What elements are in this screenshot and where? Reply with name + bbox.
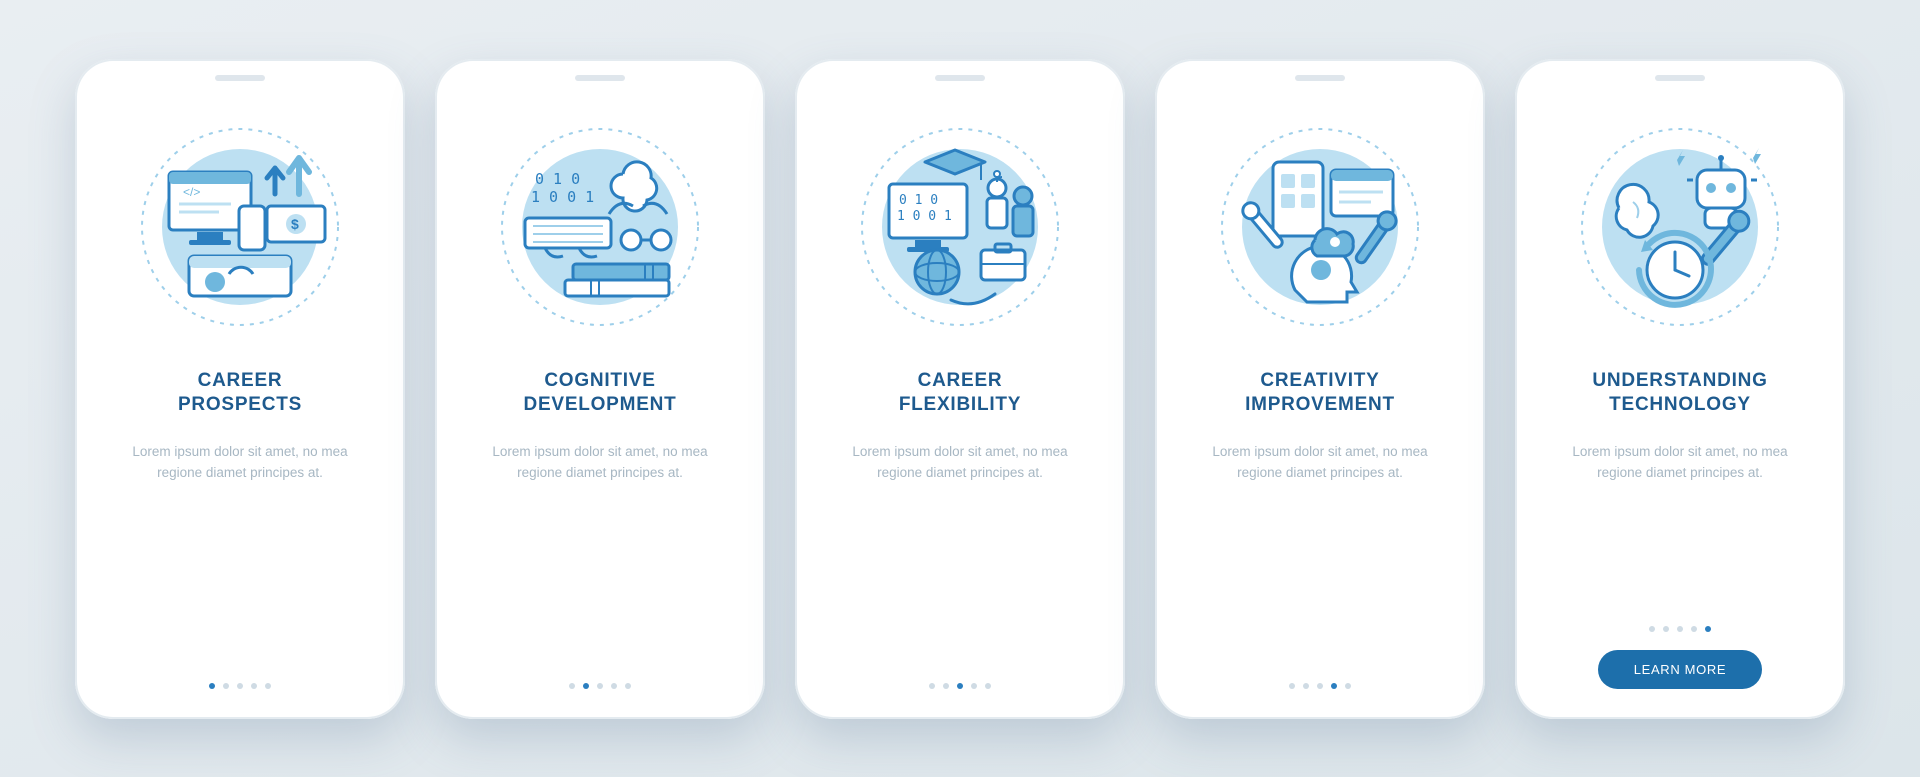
onboarding-screen-4: CREATIVITYIMPROVEMENT Lorem ipsum dolor … [1155, 59, 1485, 719]
dot-2[interactable] [1663, 626, 1669, 632]
dot-4[interactable] [971, 683, 977, 689]
page-indicator [929, 683, 991, 689]
dot-3[interactable] [597, 683, 603, 689]
phone-notch [575, 75, 625, 81]
dot-1[interactable] [1649, 626, 1655, 632]
page-indicator [1649, 626, 1711, 632]
svg-text:0 1 0: 0 1 0 [535, 170, 580, 188]
dot-4[interactable] [1331, 683, 1337, 689]
dot-2[interactable] [223, 683, 229, 689]
creativity-improvement-icon [1210, 117, 1430, 337]
onboarding-screen-5: UNDERSTANDINGTECHNOLOGY Lorem ipsum dolo… [1515, 59, 1845, 719]
dot-2[interactable] [583, 683, 589, 689]
learn-more-button[interactable]: LEARN MORE [1598, 650, 1762, 689]
phone-notch [1295, 75, 1345, 81]
screen-description: Lorem ipsum dolor sit amet, no mea regio… [835, 442, 1085, 484]
dot-3[interactable] [237, 683, 243, 689]
dot-5[interactable] [1705, 626, 1711, 632]
dot-4[interactable] [1691, 626, 1697, 632]
phone-notch [215, 75, 265, 81]
dot-1[interactable] [209, 683, 215, 689]
career-prospects-icon: </> $ [130, 117, 350, 337]
page-indicator [569, 683, 631, 689]
phone-notch [1655, 75, 1705, 81]
dot-5[interactable] [1345, 683, 1351, 689]
dot-2[interactable] [1303, 683, 1309, 689]
screen-title: COGNITIVEDEVELOPMENT [524, 369, 677, 418]
dot-1[interactable] [1289, 683, 1295, 689]
dot-5[interactable] [625, 683, 631, 689]
page-indicator [1289, 683, 1351, 689]
understanding-technology-icon [1570, 117, 1790, 337]
screen-title: UNDERSTANDINGTECHNOLOGY [1592, 369, 1767, 418]
screen-description: Lorem ipsum dolor sit amet, no mea regio… [1555, 442, 1805, 484]
screen-title: CREATIVITYIMPROVEMENT [1245, 369, 1395, 418]
svg-text:$: $ [291, 216, 299, 232]
screen-title: CAREERFLEXIBILITY [899, 369, 1021, 418]
onboarding-screen-1: </> $ CAREERPROSPECTS Lorem ipsum dolor … [75, 59, 405, 719]
svg-text:</>: </> [183, 185, 200, 199]
dot-4[interactable] [251, 683, 257, 689]
dot-5[interactable] [985, 683, 991, 689]
dot-3[interactable] [1317, 683, 1323, 689]
screen-description: Lorem ipsum dolor sit amet, no mea regio… [1195, 442, 1445, 484]
dot-1[interactable] [569, 683, 575, 689]
page-indicator [209, 683, 271, 689]
dot-1[interactable] [929, 683, 935, 689]
dot-2[interactable] [943, 683, 949, 689]
svg-text:1 0 0 1: 1 0 0 1 [531, 188, 594, 206]
svg-text:1 0 0 1: 1 0 0 1 [897, 209, 952, 224]
screen-description: Lorem ipsum dolor sit amet, no mea regio… [475, 442, 725, 484]
onboarding-screen-2: 0 1 0 1 0 0 1 COGNITIVEDEVELOPMENT Lorem [435, 59, 765, 719]
svg-text:0 1 0: 0 1 0 [899, 193, 938, 208]
phone-notch [935, 75, 985, 81]
dot-3[interactable] [1677, 626, 1683, 632]
career-flexibility-icon: 0 1 0 1 0 0 1 [850, 117, 1070, 337]
cognitive-development-icon: 0 1 0 1 0 0 1 [490, 117, 710, 337]
screen-title: CAREERPROSPECTS [178, 369, 302, 418]
onboarding-screen-3: 0 1 0 1 0 0 1 CAREER [795, 59, 1125, 719]
dot-3[interactable] [957, 683, 963, 689]
dot-4[interactable] [611, 683, 617, 689]
screen-description: Lorem ipsum dolor sit amet, no mea regio… [115, 442, 365, 484]
dot-5[interactable] [265, 683, 271, 689]
